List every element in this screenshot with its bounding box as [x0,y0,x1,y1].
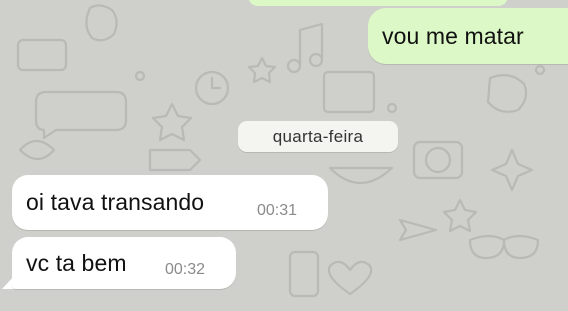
hand-icon [85,4,118,42]
chat-bubble-icon [34,90,128,140]
glasses-icon [468,234,540,260]
hand-right-icon [486,73,528,113]
sparkle-icon [490,148,534,192]
note-head-icon [286,58,302,74]
date-separator: quarta-feira [238,121,398,152]
message-text: oi tava transando [26,189,205,215]
dot4-icon [534,64,546,76]
heart-icon [327,260,373,296]
outgoing-message[interactable]: vou me matar [368,8,568,64]
bowl-icon [328,166,394,184]
clock-hands [210,76,222,90]
message-text: vc ta bem [26,250,127,276]
plane-icon [398,218,438,242]
date-separator-label: quarta-feira [272,127,364,146]
previous-message-bubble [248,0,508,6]
message-timestamp: 00:32 [165,261,206,278]
map-icon [322,70,376,114]
star-icon [151,102,193,142]
dot2-icon [386,102,398,114]
phone-icon [288,250,320,298]
message-timestamp: 00:31 [257,202,298,219]
message-text: vou me matar [382,23,524,49]
camera-lens-icon [424,146,452,174]
star-right-icon [442,198,478,233]
swirl-icon [18,139,56,161]
incoming-message[interactable]: oi tava transando 00:31 [12,175,328,230]
dot3-icon [134,70,146,82]
star-small-icon [247,56,277,84]
tag-icon [148,148,202,172]
note-head2-icon [308,52,324,68]
incoming-message[interactable]: vc ta bem 00:32 [12,237,236,289]
card-icon [16,38,68,72]
